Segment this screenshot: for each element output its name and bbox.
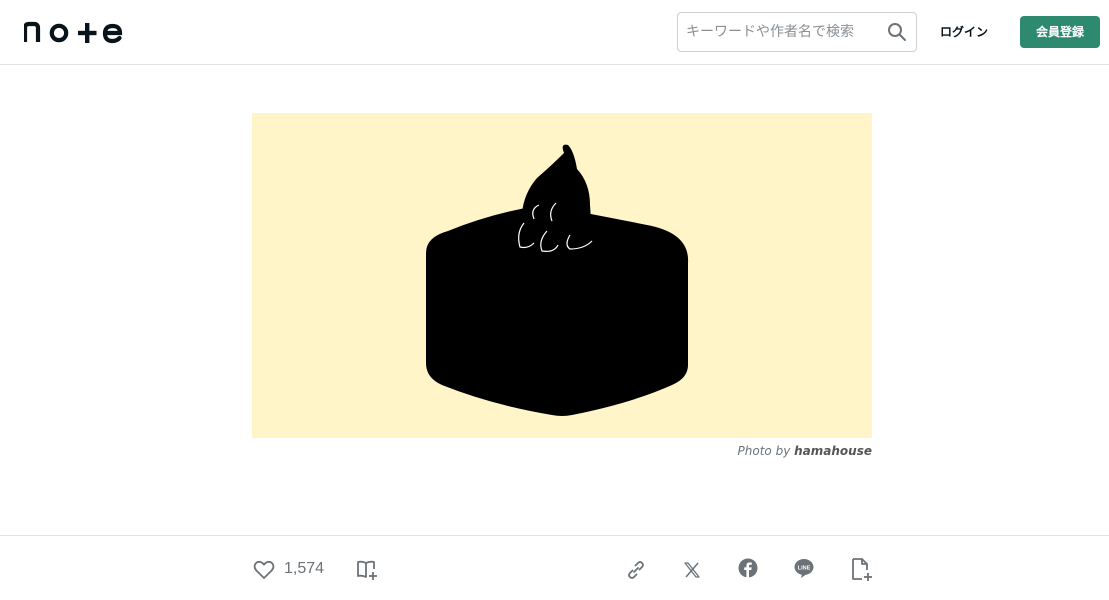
search-icon[interactable]	[887, 22, 907, 42]
x-icon[interactable]	[682, 558, 702, 582]
like-count[interactable]: 1,574	[284, 560, 324, 578]
signup-button[interactable]: 会員登録	[1020, 16, 1100, 48]
site-header: ログイン 会員登録	[0, 0, 1109, 65]
credit-name-link[interactable]: hamahouse	[794, 444, 872, 458]
eyecatch-image	[252, 113, 872, 438]
line-icon[interactable]: LINE	[794, 558, 814, 578]
magazine-add-icon[interactable]	[355, 558, 379, 582]
cat-on-box-illustration	[426, 144, 689, 416]
note-logo-icon	[22, 21, 123, 44]
login-button[interactable]: ログイン	[930, 16, 998, 48]
credit-prefix: Photo by	[737, 444, 791, 458]
facebook-icon[interactable]	[738, 558, 758, 578]
note-embed-icon[interactable]	[850, 557, 874, 583]
note-logo[interactable]	[22, 20, 124, 44]
search-input[interactable]	[678, 13, 878, 51]
article-action-bar: 1,574 LINE	[0, 535, 1109, 600]
search-box	[677, 12, 917, 52]
heart-icon[interactable]	[252, 558, 276, 582]
photo-credit: Photo by hamahouse	[600, 444, 872, 458]
link-icon[interactable]	[624, 558, 648, 582]
svg-text:LINE: LINE	[798, 566, 811, 572]
